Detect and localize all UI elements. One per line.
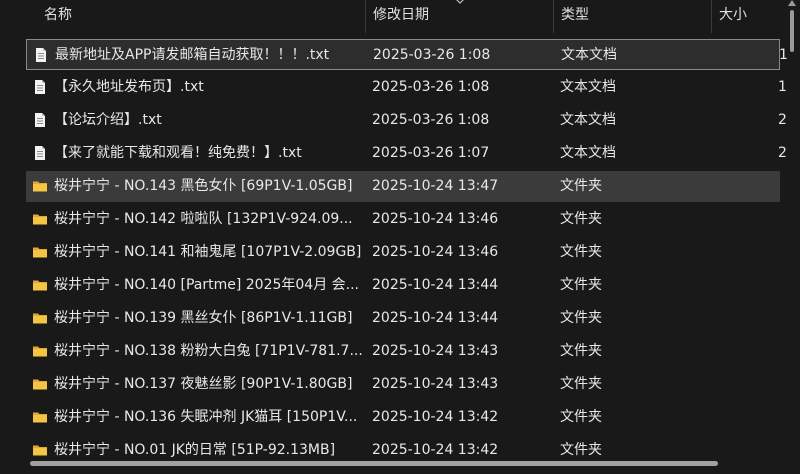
file-type: 文件夹: [560, 376, 602, 392]
file-date: 2025-10-24 13:47: [372, 178, 499, 194]
file-type: 文件夹: [560, 211, 602, 227]
column-header-name[interactable]: 名称: [44, 0, 72, 33]
file-row[interactable]: 最新地址及APP请发邮箱自动获取！！！.txt 2025-03-26 1:08 文本…: [26, 39, 788, 70]
text-file-icon: [35, 80, 45, 94]
file-name: 桜井宁宁 - NO.137 夜魅丝影 [90P1V-1.80GB]: [54, 376, 353, 392]
file-type: 文本文档: [561, 47, 617, 63]
folder-icon: [33, 346, 47, 357]
sort-descending-icon: [456, 0, 464, 4]
file-type: 文件夹: [560, 343, 602, 359]
folder-icon: [33, 214, 47, 225]
column-divider[interactable]: [365, 0, 366, 33]
folder-icon: [33, 313, 47, 324]
file-date: 2025-03-26 1:08: [372, 79, 490, 95]
file-list: 最新地址及APP请发邮箱自动获取！！！.txt 2025-03-26 1:08 文本…: [0, 36, 790, 461]
file-name: 桜井宁宁 - NO.138 粉粉大白兔 [71P1V-781.7...: [54, 343, 363, 359]
file-name: 桜井宁宁 - NO.01 JK的日常 [51P-92.13MB]: [54, 442, 336, 458]
file-date: 2025-10-24 13:42: [372, 442, 499, 458]
file-name: 桜井宁宁 - NO.139 黑丝女仆 [86P1V-1.11GB]: [54, 310, 353, 326]
folder-icon: [33, 412, 47, 423]
file-date: 2025-10-24 13:46: [372, 244, 499, 260]
file-date: 2025-03-26 1:08: [372, 112, 490, 128]
file-date: 2025-03-26 1:08: [373, 47, 491, 63]
folder-icon: [33, 445, 47, 456]
text-file-icon: [35, 113, 45, 127]
file-type: 文本文档: [560, 79, 616, 95]
file-date: 2025-03-26 1:07: [372, 145, 490, 161]
folder-row[interactable]: 桜井宁宁 - NO.141 和袖鬼尾 [107P1V-2.09GB] 2025-1…: [26, 237, 780, 268]
folder-row[interactable]: 桜井宁宁 - NO.136 失眠冲剂 JK猫耳 [150P1V... 2025-1…: [26, 402, 780, 433]
file-name: 【来了就能下载和观看！纯免费！】.txt: [54, 145, 302, 161]
column-header-date[interactable]: 修改日期: [373, 0, 429, 33]
file-date: 2025-10-24 13:46: [372, 211, 499, 227]
column-divider[interactable]: [711, 0, 712, 33]
file-row[interactable]: 【永久地址发布页】.txt 2025-03-26 1:08 文本文档 1: [26, 72, 787, 103]
folder-row[interactable]: 桜井宁宁 - NO.142 啦啦队 [132P1V-924.09... 2025-…: [26, 204, 780, 235]
folder-row[interactable]: 桜井宁宁 - NO.138 粉粉大白兔 [71P1V-781.7... 2025-…: [26, 336, 780, 367]
scroll-up-arrow-icon[interactable]: [788, 0, 796, 6]
file-type: 文件夹: [560, 178, 602, 194]
column-divider[interactable]: [553, 0, 554, 33]
file-date: 2025-10-24 13:44: [372, 310, 499, 326]
column-header-type[interactable]: 类型: [561, 0, 589, 33]
file-type: 文本文档: [560, 145, 616, 161]
folder-icon: [33, 379, 47, 390]
text-file-icon: [35, 146, 45, 160]
file-name: 最新地址及APP请发邮箱自动获取！！！.txt: [55, 47, 330, 63]
horizontal-scroll-thumb[interactable]: [30, 461, 718, 466]
folder-icon: [33, 280, 47, 291]
file-date: 2025-10-24 13:43: [372, 376, 499, 392]
file-name: 桜井宁宁 - NO.141 和袖鬼尾 [107P1V-2.09GB]: [54, 244, 362, 260]
file-name: 桜井宁宁 - NO.143 黑色女仆 [69P1V-1.05GB]: [54, 178, 353, 194]
folder-row[interactable]: 桜井宁宁 - NO.137 夜魅丝影 [90P1V-1.80GB] 2025-10…: [26, 369, 780, 400]
folder-icon: [33, 181, 47, 192]
file-name: 桜井宁宁 - NO.140 [Partme] 2025年04月 会...: [54, 277, 360, 293]
file-type: 文件夹: [560, 409, 602, 425]
folder-row[interactable]: 桜井宁宁 - NO.01 JK的日常 [51P-92.13MB] 2025-10-…: [26, 435, 780, 461]
file-name: 【论坛介绍】.txt: [54, 112, 162, 128]
column-header-bar: 名称 修改日期 类型 大小: [0, 0, 800, 33]
vertical-scrollbar[interactable]: [787, 0, 797, 474]
folder-row[interactable]: 桜井宁宁 - NO.139 黑丝女仆 [86P1V-1.11GB] 2025-10…: [26, 303, 780, 334]
file-type: 文件夹: [560, 277, 602, 293]
vertical-scroll-thumb[interactable]: [790, 10, 794, 52]
file-row[interactable]: 【来了就能下载和观看！纯免费！】.txt 2025-03-26 1:07 文本文档 2: [26, 138, 787, 169]
file-name: 【永久地址发布页】.txt: [54, 79, 204, 95]
folder-icon: [33, 247, 47, 258]
text-file-icon: [36, 48, 46, 62]
file-type: 文件夹: [560, 244, 602, 260]
file-type: 文件夹: [560, 310, 602, 326]
file-date: 2025-10-24 13:43: [372, 343, 499, 359]
column-header-size[interactable]: 大小: [719, 0, 747, 33]
file-name: 桜井宁宁 - NO.142 啦啦队 [132P1V-924.09...: [54, 211, 353, 227]
folder-row[interactable]: 桜井宁宁 - NO.140 [Partme] 2025年04月 会... 2025…: [26, 270, 780, 301]
file-date: 2025-10-24 13:42: [372, 409, 499, 425]
file-type: 文本文档: [560, 112, 616, 128]
file-date: 2025-10-24 13:44: [372, 277, 499, 293]
file-type: 文件夹: [560, 442, 602, 458]
file-name: 桜井宁宁 - NO.136 失眠冲剂 JK猫耳 [150P1V...: [54, 409, 358, 425]
folder-row[interactable]: 桜井宁宁 - NO.143 黑色女仆 [69P1V-1.05GB] 2025-10…: [26, 171, 780, 202]
file-row[interactable]: 【论坛介绍】.txt 2025-03-26 1:08 文本文档 2: [26, 105, 787, 136]
